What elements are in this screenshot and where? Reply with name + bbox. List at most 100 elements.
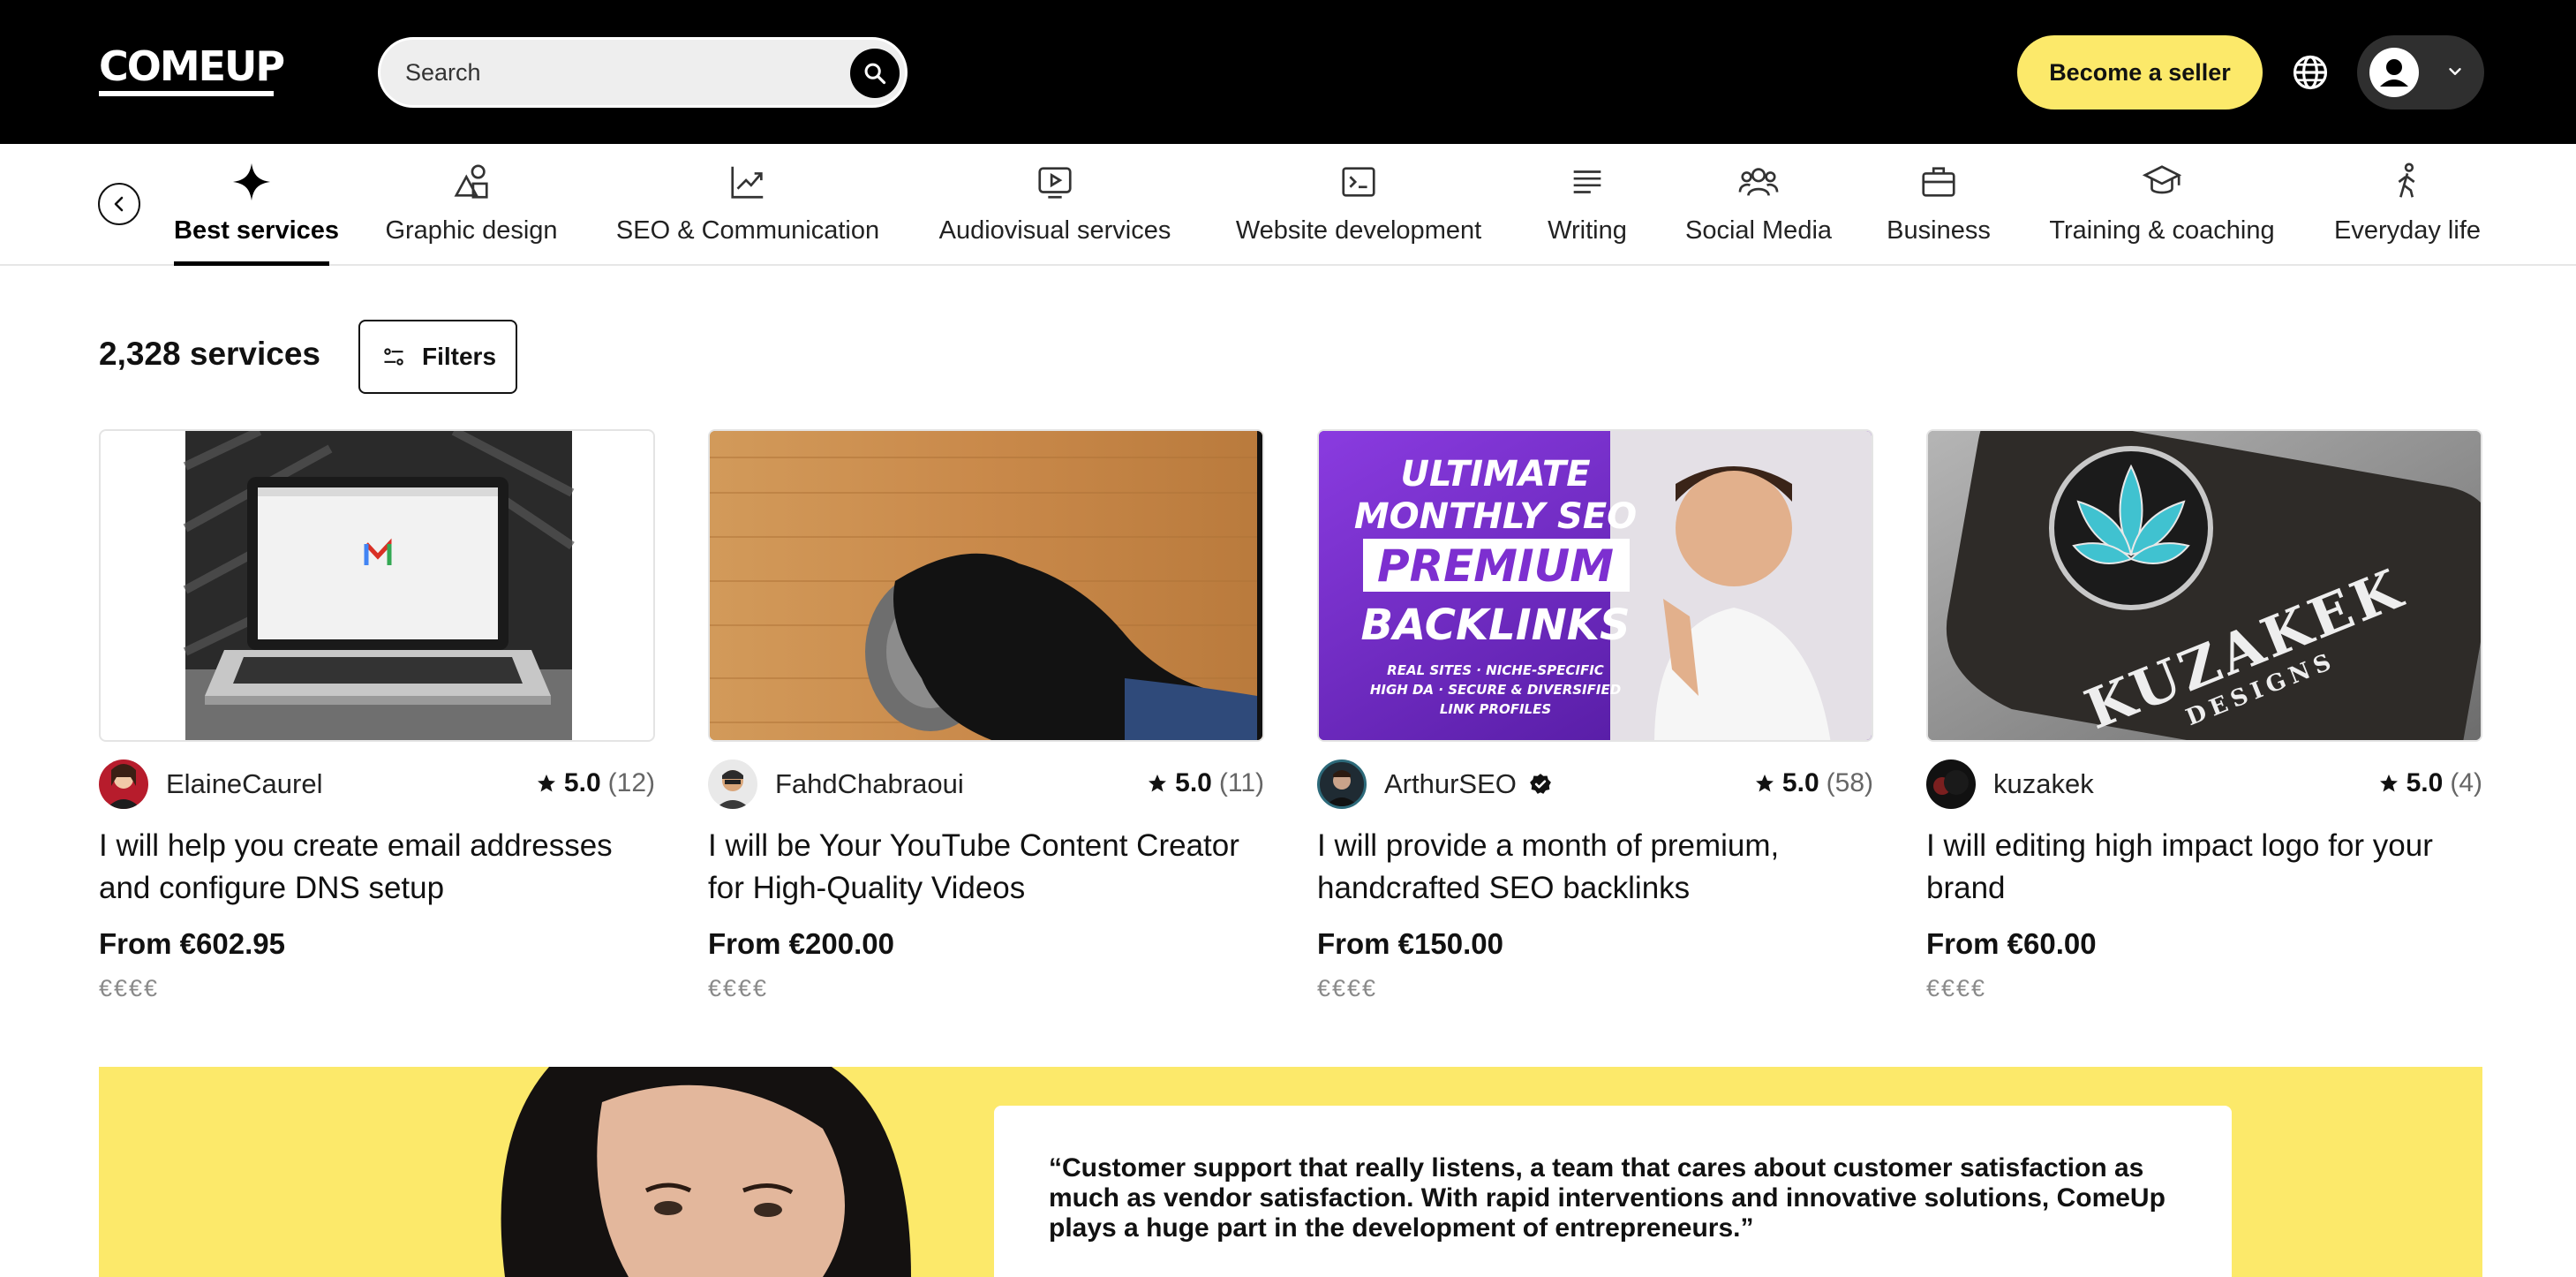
rating-value: 5.0 [1175,768,1212,797]
category-nav: Best services Graphic design SEO & Commu… [0,144,2576,266]
tab-label: Training & coaching [2049,216,2275,245]
service-thumbnail[interactable] [99,429,655,742]
thumb-caption: REAL SITES · NICHE-SPECIFIC [1387,662,1604,678]
trend-chart-icon [731,166,764,199]
chevron-down-icon [2449,68,2461,75]
tab-label: Business [1887,216,1991,245]
tab-label: SEO & Communication [615,216,880,245]
tab-label: Best services [174,216,340,245]
scroll-left-button[interactable] [98,183,140,225]
service-price: From €602.95 [99,927,285,960]
rating: 5.0 (58) [1754,768,1873,798]
logo-text: COMEUP [99,42,285,90]
rating: 5.0 (11) [1147,768,1264,798]
become-seller-button[interactable]: Become a seller [2017,35,2263,110]
tab-label: Website development [1235,216,1482,245]
search-button[interactable] [850,49,900,98]
seller-avatar[interactable] [708,759,757,809]
seller-avatar[interactable] [1926,759,1976,809]
user-avatar-icon [2369,48,2419,97]
thumb-headline: PREMIUM [1377,540,1614,592]
search-icon [864,63,886,85]
tab-graphic-design[interactable]: Graphic design [381,162,561,266]
tab-label: Writing [1548,216,1627,245]
review-count: (11) [1218,768,1264,797]
seller-name[interactable]: kuzakek [1993,768,2094,800]
tab-training-coaching[interactable]: Training & coaching [2044,162,2280,266]
thumb-caption: HIGH DA · SECURE & DIVERSIFIED [1370,682,1621,698]
text-lines-icon [1573,170,1601,193]
tab-label: Audiovisual services [938,216,1171,245]
chevron-left-icon [114,196,124,212]
testimonial-quote: “Customer support that really listens, a… [1049,1153,2165,1243]
account-menu-button[interactable] [2357,35,2484,110]
star-icon [1149,775,1167,792]
search-input[interactable] [405,40,820,105]
seller-name[interactable]: ElaineCaurel [166,768,323,800]
users-icon [1738,168,1779,196]
service-title[interactable]: I will be Your YouTube Content Creator f… [708,825,1264,910]
logo-underline [99,91,274,96]
service-thumbnail[interactable]: ULTIMATE MONTHLY SEO PREMIUM BACKLINKS R… [1317,429,1873,742]
price-tier: €€€€ [99,975,160,1001]
shapes-icon [454,164,488,199]
tab-label: Graphic design [385,216,558,245]
walking-person-icon [2398,162,2415,198]
service-title[interactable]: I will editing high impact logo for your… [1926,825,2482,910]
review-count: (12) [607,768,655,797]
filter-sliders-icon [384,348,403,366]
price-tier: €€€€ [708,975,769,1001]
graduation-cap-icon [2142,165,2182,194]
price-tier: €€€€ [1926,975,1987,1001]
comeup-logo[interactable]: COMEUP [99,44,285,97]
seller-name[interactable]: FahdChabraoui [775,768,964,800]
price-tier: €€€€ [1317,975,1378,1001]
seller-row: ElaineCaurel 5.0 (12) [99,759,655,809]
rating: 5.0 (4) [2378,768,2482,798]
tab-business[interactable]: Business [1885,162,1992,266]
tab-best-services[interactable]: Best services [174,162,340,266]
service-title[interactable]: I will provide a month of premium, handc… [1317,825,1873,910]
globe-icon[interactable] [2292,54,2329,91]
service-card[interactable]: KUZAKEK DESIGNS kuzakek 5.0 (4) I will e… [1926,429,2482,1002]
tab-seo-communication[interactable]: SEO & Communication [613,162,883,266]
thumb-headline: BACKLINKS [1360,601,1630,650]
tab-writing[interactable]: Writing [1541,162,1633,266]
verified-badge-icon [1530,774,1551,794]
seller-row: FahdChabraoui 5.0 (11) [708,759,1264,809]
testimonial-banner: “Customer support that really listens, a… [99,1067,2482,1277]
service-card[interactable]: ULTIMATE MONTHLY SEO PREMIUM BACKLINKS R… [1317,429,1873,1002]
star-icon [537,775,555,792]
service-card[interactable]: FahdChabraoui 5.0 (11) I will be Your Yo… [708,429,1264,1002]
star-icon [2379,775,2398,792]
tab-label: Social Media [1684,216,1833,245]
sparkle-icon [232,162,271,201]
filters-label: Filters [422,343,497,370]
service-card[interactable]: ElaineCaurel 5.0 (12) I will help you cr… [99,429,655,1002]
seller-row: ArthurSEO 5.0 (58) [1317,759,1873,809]
service-title[interactable]: I will help you create email addresses a… [99,825,655,910]
filters-button[interactable]: Filters [358,320,517,394]
thumb-headline: MONTHLY SEO [1354,496,1637,537]
tab-website-development[interactable]: Website development [1227,162,1490,266]
service-price: From €200.00 [708,927,894,960]
tab-everyday-life[interactable]: Everyday life [2331,162,2483,266]
search-box [378,37,908,108]
service-thumbnail[interactable] [708,429,1264,742]
seller-avatar[interactable] [99,759,148,809]
thumb-headline: ULTIMATE [1400,454,1590,495]
service-thumbnail[interactable]: KUZAKEK DESIGNS [1926,429,2482,742]
seller-name[interactable]: ArthurSEO [1384,768,1517,800]
terminal-icon [1342,167,1375,197]
tab-social-media[interactable]: Social Media [1684,162,1833,266]
briefcase-icon [1922,167,1955,197]
tab-audiovisual-services[interactable]: Audiovisual services [935,162,1175,266]
active-tab-indicator [174,261,329,266]
top-header: COMEUP Become a seller [0,0,2576,144]
seller-avatar[interactable] [1317,759,1367,809]
tab-label: Everyday life [2333,216,2481,245]
thumb-caption: LINK PROFILES [1440,701,1551,717]
service-price: From €60.00 [1926,927,2097,960]
star-icon [1755,775,1774,792]
rating-value: 5.0 [1781,768,1819,797]
